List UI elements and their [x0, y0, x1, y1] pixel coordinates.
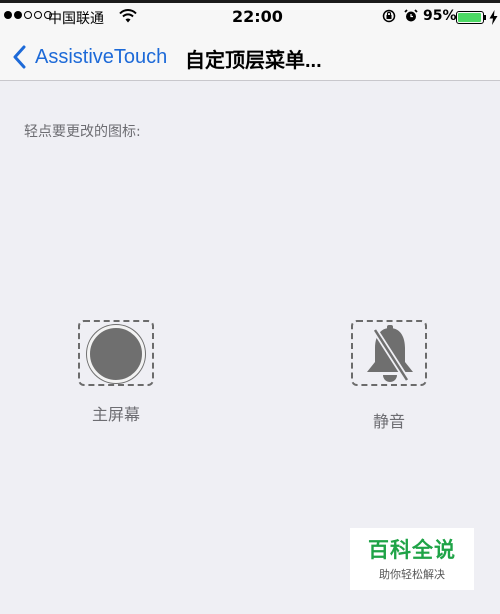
- section-header: 轻点要更改的图标:: [24, 124, 141, 140]
- battery-icon: [456, 11, 484, 24]
- cellular-signal-icon: [4, 11, 52, 19]
- watermark-logo: 百科全说 助你轻松解决: [350, 528, 474, 590]
- home-icon-slot[interactable]: 主屏幕: [78, 320, 158, 430]
- rotation-lock-icon: [382, 9, 396, 23]
- page-title: 自定顶层菜单...: [185, 50, 322, 72]
- back-button[interactable]: AssistiveTouch: [12, 43, 167, 71]
- wifi-icon: [119, 9, 137, 23]
- battery-percent: 95%: [423, 8, 457, 24]
- bell-slash-icon: [367, 325, 413, 382]
- watermark-title: 百科全说: [368, 538, 456, 562]
- navigation-bar: AssistiveTouch 自定顶层菜单...: [0, 33, 500, 81]
- charging-bolt-icon: [489, 10, 498, 25]
- chevron-left-icon: [13, 45, 26, 69]
- home-icon-label: 主屏幕: [92, 405, 141, 424]
- battery-level: [458, 13, 481, 22]
- battery-tip: [484, 15, 486, 20]
- carrier-name: 中国联通: [48, 11, 104, 27]
- status-bar: 中国联通 22:00 95%: [0, 3, 500, 33]
- alarm-icon: [404, 9, 418, 22]
- watermark-subtitle: 助你轻松解决: [379, 568, 445, 581]
- mute-icon-slot[interactable]: 静音: [351, 320, 431, 431]
- status-time: 22:00: [232, 7, 283, 26]
- home-icon-frame: [78, 320, 154, 386]
- home-button-icon: [87, 325, 145, 383]
- mute-icon-frame: [351, 320, 427, 386]
- back-button-label: AssistiveTouch: [35, 45, 168, 68]
- mute-icon-label: 静音: [373, 412, 406, 431]
